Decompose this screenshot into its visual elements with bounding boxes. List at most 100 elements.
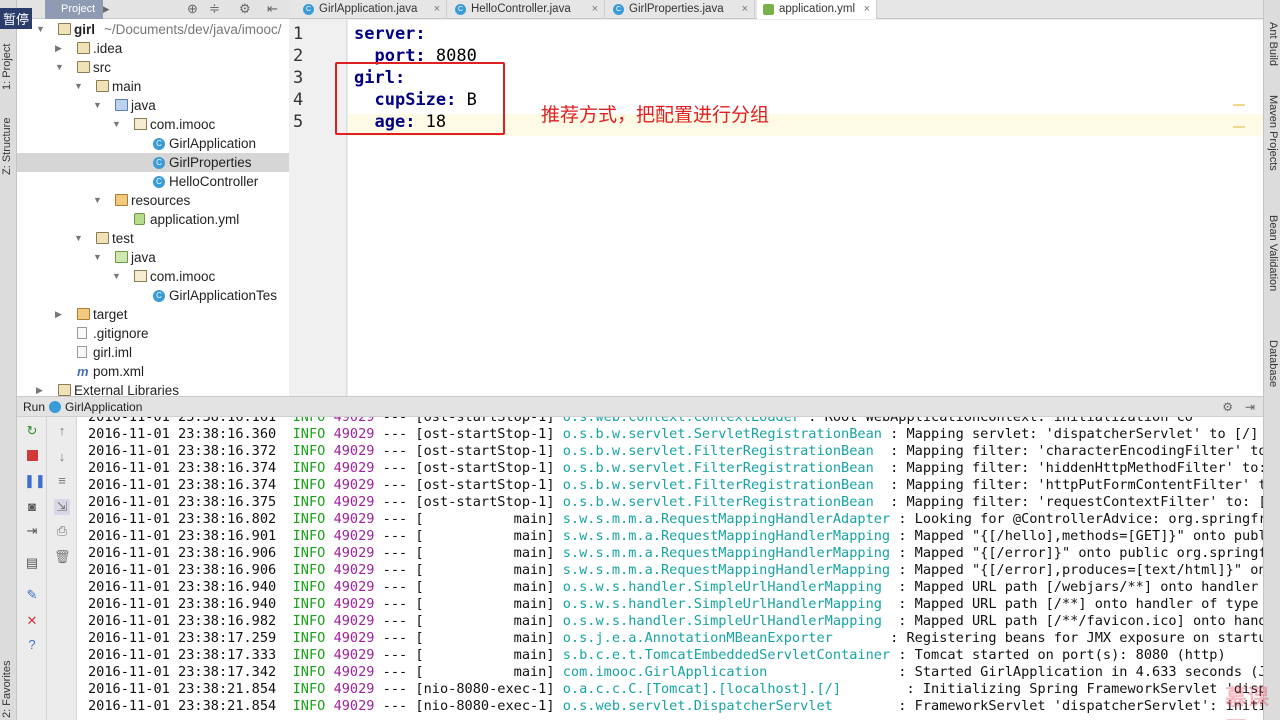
bean-validation-tool-button[interactable]: Bean Validation — [1264, 215, 1279, 315]
editor-tab[interactable]: C GirlApplication.java × — [297, 0, 447, 19]
chevron-down-icon[interactable]: ▼ — [93, 248, 103, 267]
rerun-icon[interactable]: ↻ — [24, 423, 40, 439]
pin-icon[interactable]: ✎ — [24, 587, 40, 603]
project-tree: ▼ girl ~/Documents/dev/java/imooc/ ▶ .idea ▼ s… — [17, 19, 289, 397]
tree-item[interactable]: ▼ com.imooc — [17, 115, 289, 134]
run-config-name[interactable]: GirlApplication — [65, 397, 142, 417]
tree-item-label: com.imooc — [150, 269, 216, 284]
chevron-down-icon[interactable]: ▼ — [36, 20, 46, 39]
log-message: : Tomcat started on port(s): 8080 (http) — [898, 647, 1226, 663]
close-icon[interactable]: × — [434, 0, 440, 19]
folder-icon — [77, 61, 90, 73]
scroll-up-icon[interactable]: ↑ — [54, 423, 70, 439]
tree-item[interactable]: C GirlApplication — [17, 134, 289, 153]
ant-build-tool-button[interactable]: Ant Build — [1264, 22, 1279, 72]
chevron-down-icon[interactable]: ▼ — [112, 115, 122, 134]
log-separator: --- — [382, 698, 408, 714]
sync-icon[interactable]: ⊕ — [187, 1, 198, 17]
log-pid: 49029 — [333, 443, 375, 459]
log-pid: 49029 — [333, 562, 375, 578]
class-icon: C — [153, 290, 165, 302]
close-icon[interactable]: × — [742, 0, 748, 19]
tree-item[interactable]: ▼ girl ~/Documents/dev/java/imooc/ — [17, 20, 289, 39]
print-icon[interactable]: ⎙ — [54, 523, 70, 539]
soft-wrap-icon[interactable]: ≡ — [54, 473, 70, 489]
log-separator: --- — [382, 579, 408, 595]
log-line: 2016-11-01 23:38:21.854 INFO 49029 --- [… — [88, 698, 1263, 715]
tree-item[interactable]: ▼ java — [17, 248, 289, 267]
layout-icon[interactable]: ▤ — [24, 555, 40, 571]
close-icon[interactable]: ✕ — [24, 613, 40, 629]
chevron-down-icon[interactable]: ▼ — [74, 229, 84, 248]
tree-item[interactable]: .gitignore — [17, 324, 289, 343]
chevron-right-icon[interactable]: ▶ — [36, 381, 46, 397]
chevron-down-icon[interactable]: ▼ — [93, 96, 103, 115]
hide-panel-icon[interactable]: ⇥ — [1245, 397, 1255, 417]
pause-icon[interactable]: ❚❚ — [24, 473, 46, 489]
structure-tool-button[interactable]: Z: Structure — [1, 95, 16, 175]
tree-item[interactable]: ▶ target — [17, 305, 289, 324]
tree-item-label: main — [112, 79, 142, 94]
log-thread: [ main] — [415, 511, 555, 527]
gear-icon[interactable]: ⚙ — [239, 1, 251, 17]
log-thread: [ost-startStop-1] — [415, 417, 555, 425]
trash-icon[interactable]: 🗑 — [54, 549, 71, 565]
stop-icon[interactable] — [24, 449, 40, 465]
tree-item[interactable]: ▶ External Libraries — [17, 381, 289, 397]
log-timestamp: 2016-11-01 23:38:16.372 — [88, 443, 277, 459]
log-separator: --- — [382, 460, 408, 476]
tree-item[interactable]: application.yml — [17, 210, 289, 229]
tree-item[interactable]: ▼ java — [17, 96, 289, 115]
code-line: server: — [354, 24, 426, 44]
chevron-down-icon[interactable]: ▼ — [93, 191, 103, 210]
close-icon[interactable]: × — [864, 0, 870, 19]
editor-tab[interactable]: C GirlProperties.java × — [607, 0, 755, 19]
tree-item[interactable]: C HelloController — [17, 172, 289, 191]
class-icon: C — [153, 157, 165, 169]
tree-item[interactable]: girl.iml — [17, 343, 289, 362]
log-thread: [ main] — [415, 596, 555, 612]
project-tool-button[interactable]: 1: Project — [1, 30, 16, 90]
log-separator: --- — [382, 630, 408, 646]
scroll-to-end-icon[interactable]: ⇲ — [54, 499, 70, 515]
tree-item[interactable]: ▼ main — [17, 77, 289, 96]
close-icon[interactable]: × — [592, 0, 598, 19]
tree-item[interactable]: ▼ test — [17, 229, 289, 248]
database-tool-button[interactable]: Database — [1264, 340, 1279, 405]
tree-item[interactable]: ▶ .idea — [17, 39, 289, 58]
log-message: : Started GirlApplication in 4.633 secon… — [775, 664, 1263, 680]
dropdown-arrow-icon[interactable]: ▸ — [103, 1, 110, 17]
editor-tab-label: GirlProperties.java — [629, 3, 724, 15]
tree-item[interactable]: ▼ src — [17, 58, 289, 77]
log-separator: --- — [382, 562, 408, 578]
tree-item[interactable]: ▼ resources — [17, 191, 289, 210]
log-message: : Looking for @ControllerAdvice: org.spr… — [898, 511, 1263, 527]
chevron-down-icon[interactable]: ▼ — [112, 267, 122, 286]
favorites-tool-button[interactable]: 2: Favorites — [1, 650, 16, 718]
tree-item[interactable]: m pom.xml — [17, 362, 289, 381]
editor-tab[interactable]: application.yml × — [757, 0, 877, 19]
editor-tab[interactable]: C HelloController.java × — [449, 0, 605, 19]
chevron-right-icon[interactable]: ▶ — [55, 305, 65, 324]
tree-item[interactable]: C GirlProperties — [17, 153, 289, 172]
tree-item[interactable]: C GirlApplicationTes — [17, 286, 289, 305]
gear-icon[interactable]: ⚙ — [1222, 397, 1233, 417]
source-folder-icon — [115, 99, 128, 111]
collapse-icon[interactable]: ≑ — [209, 1, 220, 17]
project-view-tab[interactable]: Project — [45, 0, 104, 19]
tree-item[interactable]: ▼ com.imooc — [17, 267, 289, 286]
maven-projects-tool-button[interactable]: Maven Projects — [1264, 95, 1279, 195]
exit-icon[interactable]: ⇥ — [24, 523, 40, 539]
console-output[interactable]: 2016-11-01 23:38:16.161 INFO 49029 --- [… — [77, 417, 1263, 720]
chevron-down-icon[interactable]: ▼ — [74, 77, 84, 96]
class-icon: C — [613, 4, 624, 15]
resources-folder-icon — [77, 308, 90, 320]
scroll-down-icon[interactable]: ↓ — [54, 449, 70, 465]
chevron-down-icon[interactable]: ▼ — [55, 58, 65, 77]
highlight-box — [335, 62, 505, 135]
camera-icon[interactable]: ◙ — [24, 499, 40, 515]
help-icon[interactable]: ? — [24, 637, 40, 653]
hide-panel-icon[interactable]: ⇤ — [267, 1, 278, 17]
chevron-right-icon[interactable]: ▶ — [55, 39, 65, 58]
tree-item-label: java — [131, 250, 156, 265]
